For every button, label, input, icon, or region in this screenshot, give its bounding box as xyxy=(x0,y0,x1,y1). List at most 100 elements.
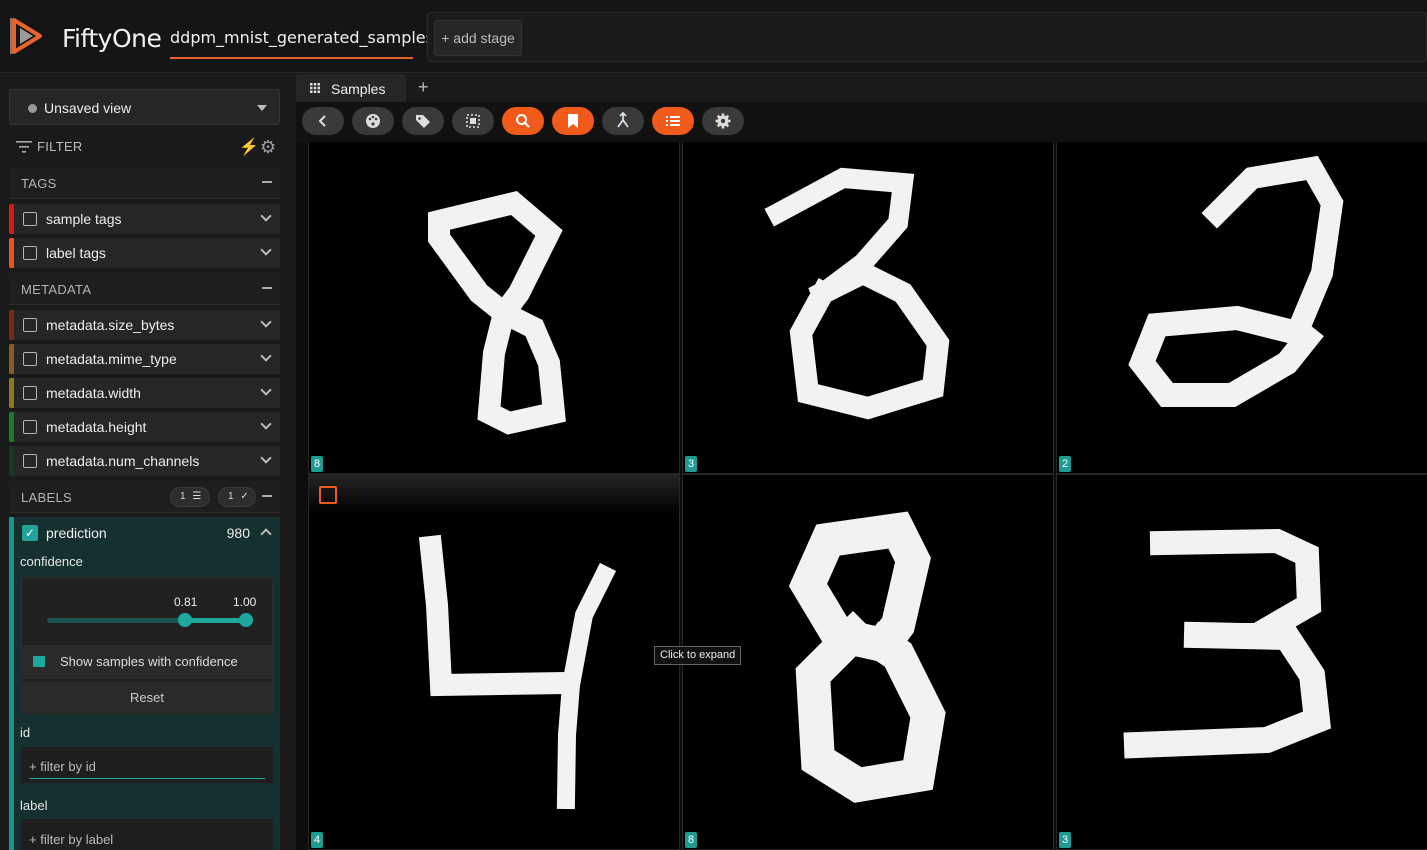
digit-image xyxy=(764,167,950,420)
prediction-field-header[interactable]: ✓ prediction 980 xyxy=(14,517,280,549)
fiftyone-logo-icon[interactable] xyxy=(10,16,48,56)
add-panel-button[interactable]: + xyxy=(418,77,429,98)
sample-tile[interactable]: 8 xyxy=(308,142,680,474)
field-checkbox[interactable] xyxy=(23,318,37,332)
field-name: metadata.mime_type xyxy=(46,351,177,367)
chevron-down-icon[interactable] xyxy=(260,384,272,396)
collapse-icon[interactable] xyxy=(262,181,272,183)
gear-icon[interactable]: ⚙ xyxy=(260,137,276,158)
check-icon: ✓ xyxy=(240,491,249,502)
section-label: METADATA xyxy=(21,282,92,297)
field-checkbox[interactable] xyxy=(23,246,37,260)
show-samples-toggle[interactable]: Show samples with confidence xyxy=(22,645,272,679)
field-checkbox[interactable] xyxy=(23,212,37,226)
color-scheme-button[interactable] xyxy=(352,107,394,135)
id-filter-input[interactable] xyxy=(29,755,265,779)
digit-image xyxy=(1128,155,1344,407)
settings-button[interactable] xyxy=(702,107,744,135)
chevron-up-icon[interactable] xyxy=(260,528,272,540)
samples-grid: 8 3 2 4 8 3 xyxy=(296,142,1427,850)
field-metadata-size-bytes[interactable]: metadata.size_bytes xyxy=(9,310,280,340)
tags-section-header[interactable]: TAGS xyxy=(9,167,280,199)
merge-icon xyxy=(617,112,629,128)
tag-button[interactable] xyxy=(402,107,444,135)
chevron-down-icon[interactable] xyxy=(260,452,272,464)
sample-label-badge: 8 xyxy=(685,832,697,848)
fiftyone-app: FiftyOne ddpm_mnist_generated_samples + … xyxy=(0,0,1427,850)
label-filter-input[interactable] xyxy=(29,827,265,850)
prediction-checkbox[interactable]: ✓ xyxy=(22,525,38,541)
brand-name[interactable]: FiftyOne xyxy=(62,24,162,53)
list-button[interactable] xyxy=(652,107,694,135)
sample-tile[interactable]: 3 xyxy=(1056,474,1427,850)
reset-button[interactable]: Reset xyxy=(22,682,272,714)
field-label-tags[interactable]: label tags xyxy=(9,238,280,268)
field-name: sample tags xyxy=(46,211,122,227)
search-button[interactable] xyxy=(502,107,544,135)
field-checkbox[interactable] xyxy=(23,386,37,400)
field-checkbox[interactable] xyxy=(23,352,37,366)
field-metadata-mime-type[interactable]: metadata.mime_type xyxy=(9,344,280,374)
bookmark-icon xyxy=(568,114,578,128)
prediction-field-panel: ✓ prediction 980 confidence 0.81 1.00 Sh… xyxy=(9,517,280,850)
digit-image xyxy=(1123,528,1332,759)
chevron-down-icon[interactable] xyxy=(260,210,272,222)
digit-image xyxy=(428,190,566,435)
field-name: prediction xyxy=(46,525,107,541)
merge-button[interactable] xyxy=(602,107,644,135)
field-metadata-height[interactable]: metadata.height xyxy=(9,412,280,442)
tab-samples[interactable]: Samples xyxy=(296,74,406,102)
confidence-slider-min-handle[interactable] xyxy=(178,613,192,627)
header: FiftyOne ddpm_mnist_generated_samples + … xyxy=(0,0,1427,73)
label-filter xyxy=(21,819,273,850)
sample-tile[interactable]: 3 xyxy=(682,142,1054,474)
back-button[interactable] xyxy=(302,107,344,135)
field-sample-tags[interactable]: sample tags xyxy=(9,204,280,234)
id-filter xyxy=(21,747,273,783)
image-icon xyxy=(33,656,45,667)
field-color-bar xyxy=(9,310,14,340)
metadata-section-header[interactable]: METADATA xyxy=(9,273,280,305)
view-status-dot xyxy=(28,104,37,113)
sample-label-badge: 3 xyxy=(1059,832,1071,848)
confidence-slider-range xyxy=(185,618,247,623)
chevron-down-icon[interactable] xyxy=(260,316,272,328)
section-label: TAGS xyxy=(21,176,57,191)
field-checkbox[interactable] xyxy=(23,420,37,434)
saved-view-select[interactable]: Unsaved view xyxy=(9,89,280,125)
chevron-down-icon[interactable] xyxy=(260,350,272,362)
add-stage-button[interactable]: + add stage xyxy=(434,20,522,56)
dataset-selector[interactable]: ddpm_mnist_generated_samples xyxy=(170,28,434,59)
collapse-icon[interactable] xyxy=(262,287,272,289)
sample-tile[interactable]: 2 xyxy=(1056,142,1427,474)
view-select-label: Unsaved view xyxy=(44,100,132,116)
field-metadata-width[interactable]: metadata.width xyxy=(9,378,280,408)
collapse-icon[interactable] xyxy=(262,495,272,497)
field-color-bar xyxy=(9,238,14,268)
field-metadata-num-channels[interactable]: metadata.num_channels xyxy=(9,446,280,476)
confidence-filter: 0.81 1.00 Show samples with confidence R… xyxy=(21,577,273,714)
section-label: LABELS xyxy=(21,490,72,505)
label-label: label xyxy=(20,798,48,813)
field-checkbox[interactable] xyxy=(23,454,37,468)
select-button[interactable] xyxy=(452,107,494,135)
field-name: metadata.width xyxy=(46,385,141,401)
field-name: metadata.size_bytes xyxy=(46,317,175,333)
field-color-bar xyxy=(9,344,14,374)
filter-count-pill[interactable]: 1 ☰ xyxy=(170,487,210,507)
lightning-icon[interactable]: ⚡ xyxy=(239,137,259,157)
sample-tile[interactable]: 4 xyxy=(308,474,680,850)
view-bar[interactable] xyxy=(427,12,1427,62)
field-color-bar xyxy=(9,204,14,234)
gear-icon xyxy=(715,113,731,129)
confidence-slider-max-handle[interactable] xyxy=(239,613,253,627)
chevron-down-icon[interactable] xyxy=(260,244,272,256)
grid-icon xyxy=(310,83,320,93)
visible-count-pill[interactable]: 1 ✓ xyxy=(218,487,256,507)
labels-section-header[interactable]: LABELS 1 ☰ 1 ✓ xyxy=(9,481,280,513)
field-name: metadata.num_channels xyxy=(46,453,200,469)
bookmark-button[interactable] xyxy=(552,107,594,135)
chevron-down-icon[interactable] xyxy=(260,418,272,430)
id-label: id xyxy=(20,725,31,740)
filter-icon xyxy=(16,141,32,153)
